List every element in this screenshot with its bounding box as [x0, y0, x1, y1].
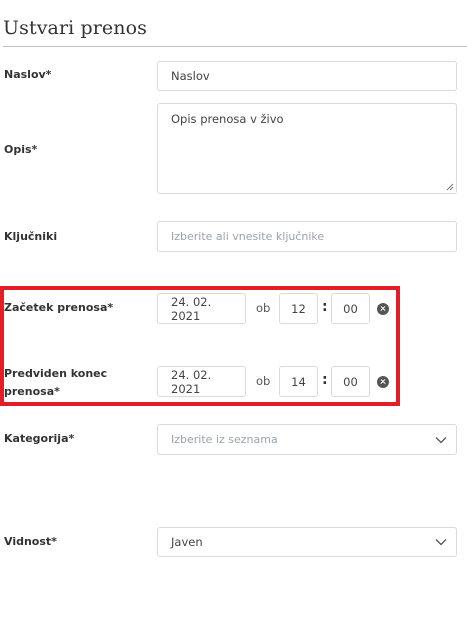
start-hour-input[interactable]: 12 — [279, 293, 318, 324]
end-minute-input[interactable]: 00 — [331, 366, 370, 397]
visibility-select[interactable]: Javen — [157, 527, 457, 557]
description-label: Opis* — [4, 143, 38, 156]
title-divider — [3, 46, 467, 47]
resize-grip-icon[interactable] — [446, 183, 454, 191]
chevron-down-icon — [435, 436, 447, 443]
description-textarea[interactable]: Opis prenosa v živo — [157, 103, 457, 194]
description-text: Opis prenosa v živo — [171, 112, 284, 126]
clear-start-icon[interactable] — [377, 303, 389, 315]
end-date-input[interactable]: 24. 02. 2021 — [157, 366, 246, 397]
visibility-value: Javen — [171, 535, 203, 549]
category-select[interactable]: Izberite iz seznama — [157, 424, 457, 455]
title-input[interactable]: Naslov — [157, 61, 457, 91]
page-title: Ustvari prenos — [3, 17, 147, 39]
end-hour-input[interactable]: 14 — [279, 366, 318, 397]
clear-end-icon[interactable] — [377, 376, 389, 388]
keywords-input[interactable]: Izberite ali vnesite ključnike — [157, 221, 457, 252]
visibility-label: Vidnost* — [4, 535, 57, 548]
start-at-text: ob — [256, 301, 271, 315]
start-time-colon: : — [322, 299, 328, 315]
category-label: Kategorija* — [4, 432, 75, 445]
category-placeholder: Izberite iz seznama — [171, 433, 278, 446]
start-label: Začetek prenosa* — [4, 301, 114, 314]
start-minute-input[interactable]: 00 — [331, 293, 370, 324]
chevron-down-icon — [435, 539, 447, 546]
end-at-text: ob — [256, 374, 271, 388]
end-label: Predviden konec prenosa* — [4, 367, 108, 398]
title-label: Naslov* — [4, 68, 52, 81]
keywords-label: Ključniki — [4, 230, 58, 243]
end-time-colon: : — [322, 372, 328, 388]
start-date-input[interactable]: 24. 02. 2021 — [157, 293, 246, 324]
